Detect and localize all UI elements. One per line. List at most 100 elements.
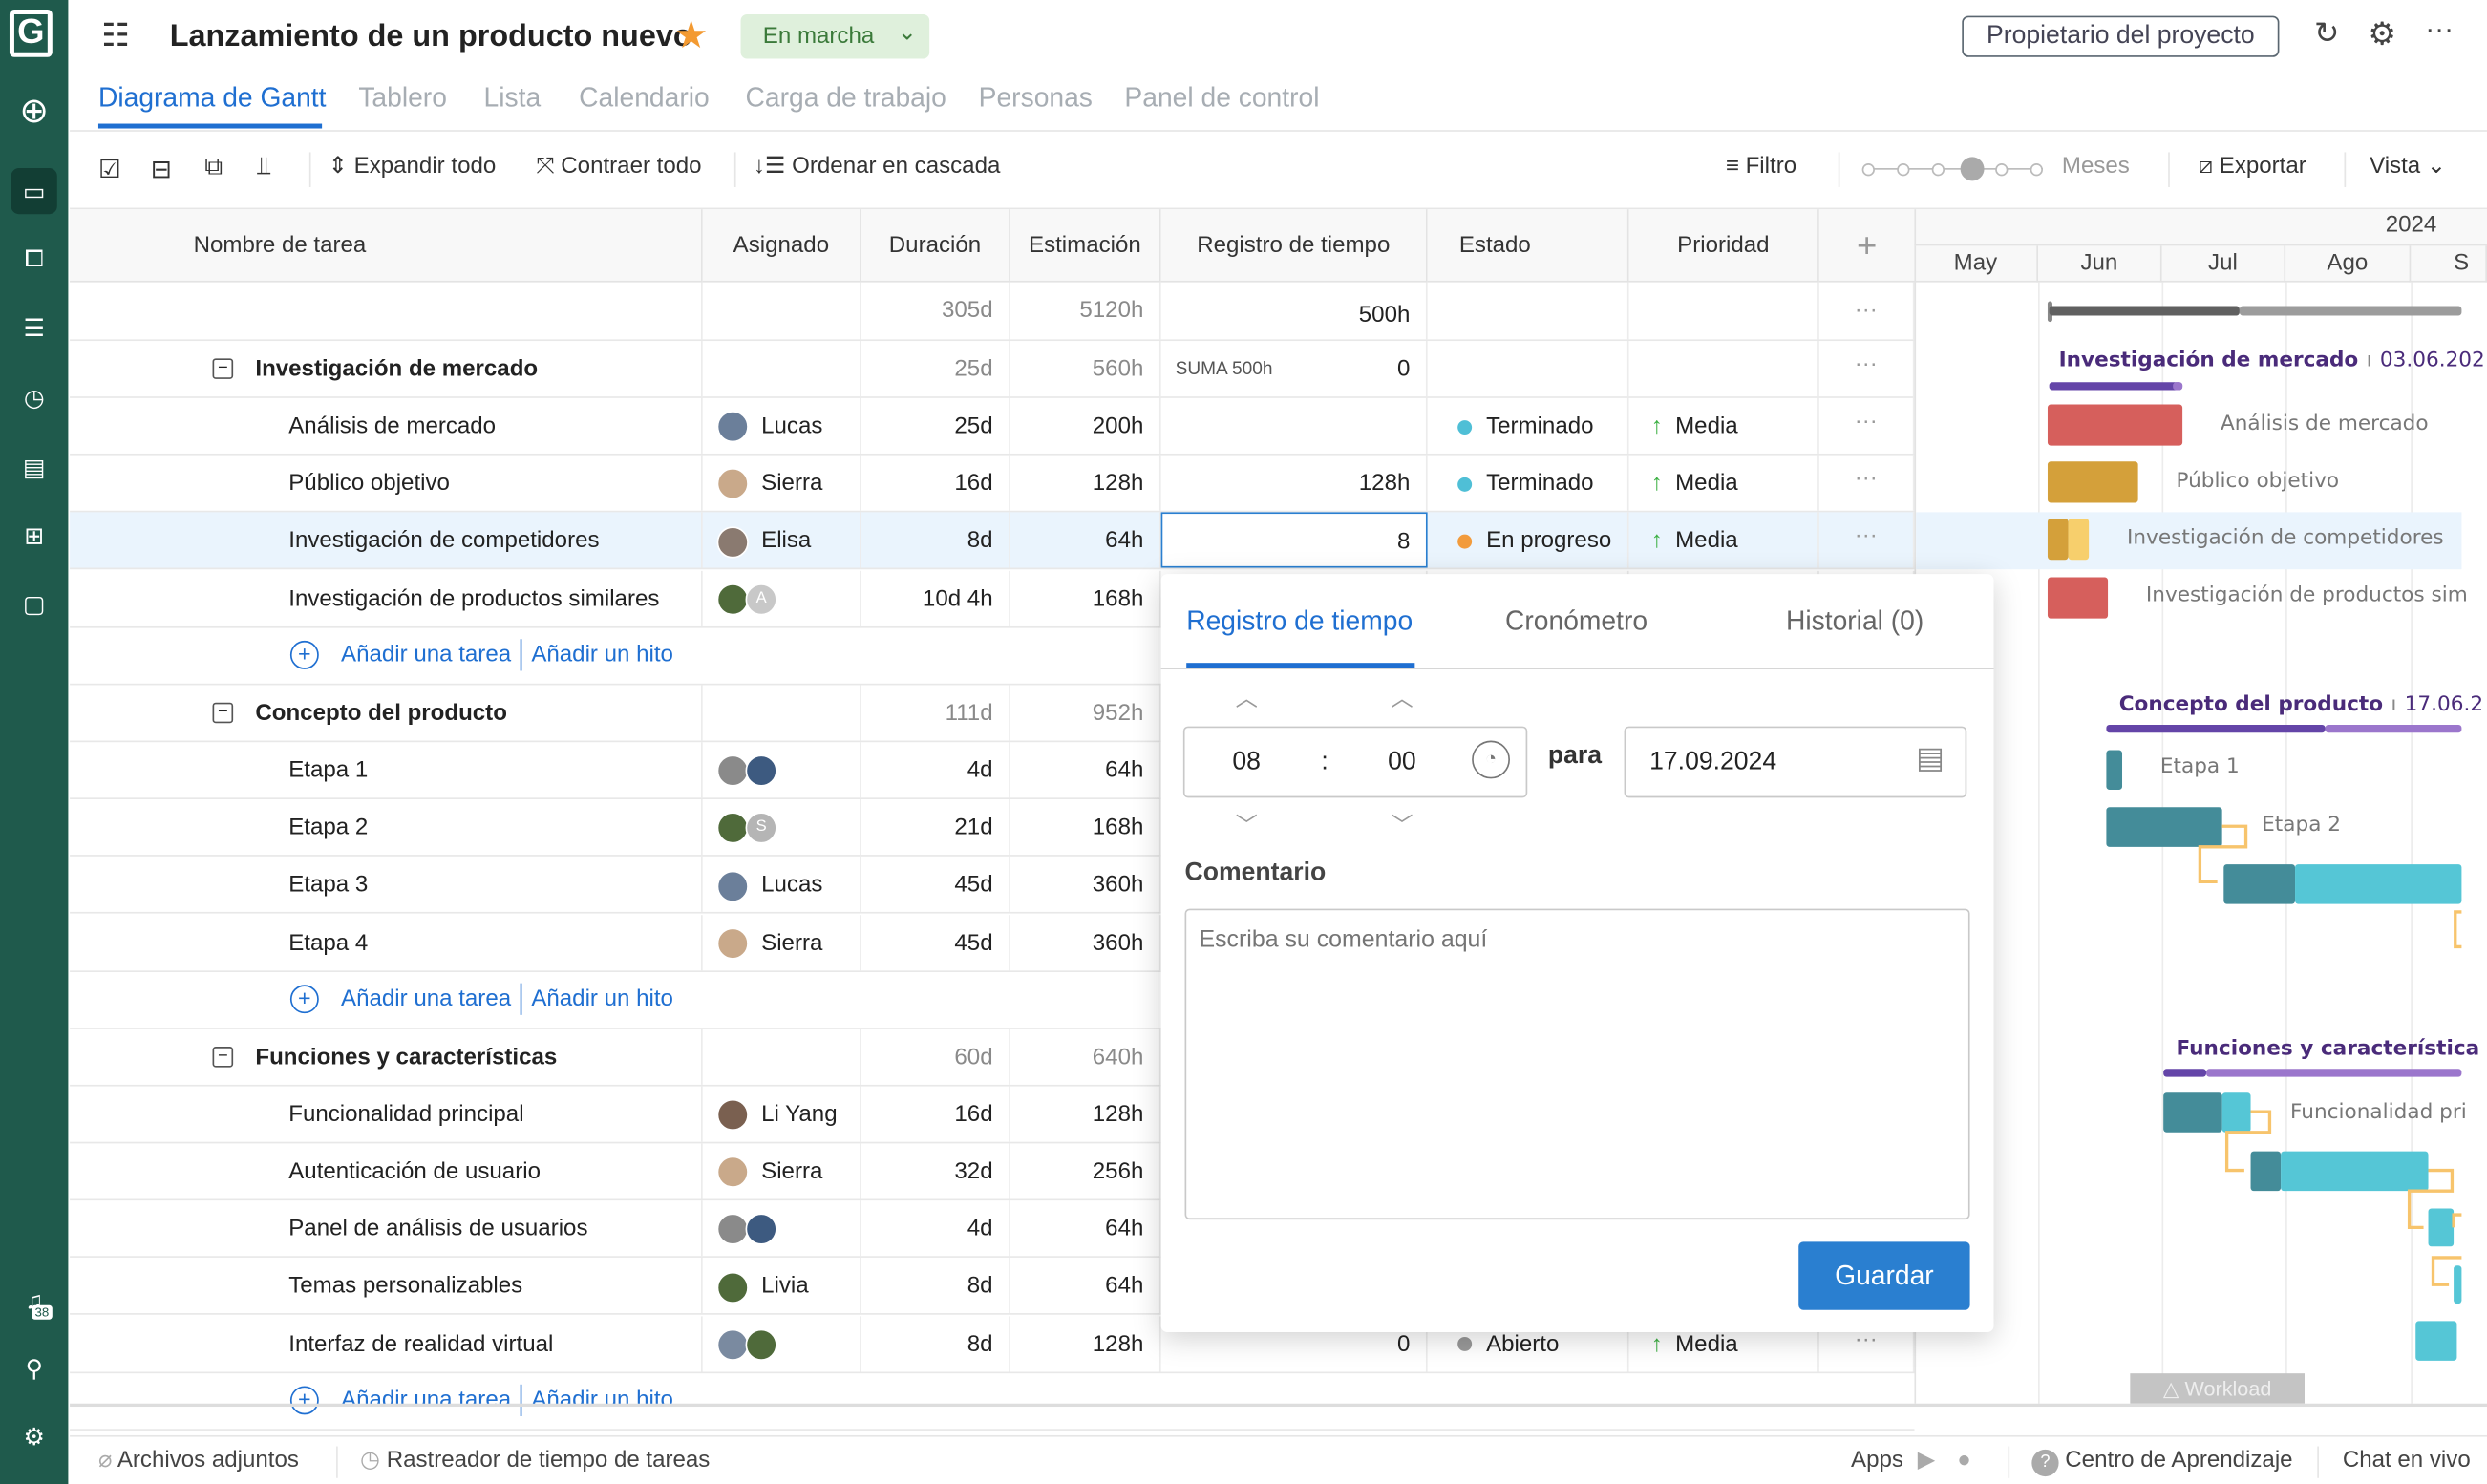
task-bar-progress[interactable] xyxy=(2250,1151,2282,1192)
live-chat-button[interactable]: Chat en vivo xyxy=(2343,1448,2471,1473)
group-remaining-bar[interactable] xyxy=(2173,382,2183,391)
avatar[interactable] xyxy=(716,1214,749,1246)
hours-up-icon[interactable]: ︿ xyxy=(1236,682,1258,713)
time-log-value[interactable]: 0 xyxy=(1397,357,1410,383)
list-icon[interactable]: ☰ xyxy=(11,305,57,350)
avatar[interactable] xyxy=(716,1328,749,1361)
avatar[interactable] xyxy=(716,926,749,960)
column-header-duration[interactable]: Duración xyxy=(861,209,1010,283)
estimate-cell[interactable]: 360h xyxy=(1010,914,1161,970)
estimate-cell[interactable]: 64h xyxy=(1010,1258,1161,1314)
column-header-time-log[interactable]: Registro de tiempo xyxy=(1160,209,1428,283)
more-icon[interactable]: ··· xyxy=(2425,12,2454,46)
avatar[interactable]: S xyxy=(745,812,777,845)
estimate-cell[interactable]: 64h xyxy=(1010,742,1161,798)
avatar[interactable] xyxy=(716,754,749,788)
estimate-cell[interactable]: 256h xyxy=(1010,1143,1161,1199)
avatar[interactable] xyxy=(745,1214,777,1246)
tab-workload[interactable]: Carga de trabajo xyxy=(746,82,946,114)
row-more-icon[interactable]: ··· xyxy=(1819,456,1915,512)
duration-cell[interactable]: 8d xyxy=(861,513,1010,569)
minutes-down-icon[interactable]: ﹀ xyxy=(1391,809,1413,840)
add-milestone-link[interactable]: Añadir un hito xyxy=(531,1388,673,1413)
avatar[interactable]: A xyxy=(745,583,777,615)
task-bar[interactable] xyxy=(2047,577,2109,619)
clock-icon[interactable]: ◷ xyxy=(11,374,57,420)
folder-icon[interactable]: ▭ xyxy=(11,168,57,215)
task-bar-remaining[interactable] xyxy=(2221,1092,2251,1133)
settings-icon[interactable]: ⚙ xyxy=(2368,14,2396,54)
duration-cell[interactable]: 25d xyxy=(861,398,1010,455)
row-more-icon[interactable]: ··· xyxy=(1819,513,1915,569)
add-milestone-link[interactable]: Añadir un hito xyxy=(531,986,673,1011)
google-play-icon[interactable]: ▶ xyxy=(1918,1448,1936,1473)
task-bar[interactable] xyxy=(2106,807,2222,847)
learning-center-button[interactable]: ? Centro de Aprendizaje xyxy=(2031,1448,2293,1477)
duration-cell[interactable]: 8d xyxy=(861,1258,1010,1314)
avatar[interactable] xyxy=(716,812,749,845)
collapse-group-icon[interactable]: − xyxy=(212,358,234,379)
task-row[interactable]: Investigación de competidores Elisa 8d 64h 8… xyxy=(70,513,1915,570)
history-icon[interactable]: ↻ xyxy=(2314,16,2339,53)
avatar[interactable] xyxy=(745,1328,777,1361)
zoom-slider-handle[interactable] xyxy=(1960,157,1985,181)
collapse-group-icon[interactable]: − xyxy=(212,702,234,724)
checkbox-icon[interactable]: ☑ xyxy=(98,154,121,185)
expand-all-button[interactable]: ⇕ Expandir todo xyxy=(329,154,496,180)
cascade-sort-button[interactable]: ↓☰ Ordenar en cascada xyxy=(754,154,1001,180)
task-name[interactable]: Análisis de mercado xyxy=(288,398,496,456)
task-name[interactable]: Etapa 3 xyxy=(288,857,368,914)
task-row[interactable]: Público objetivo Sierra 16d 128h 128h Termina… xyxy=(70,456,1915,513)
filter-button[interactable]: ≡ Filtro xyxy=(1726,154,1796,180)
add-circle-icon[interactable]: + xyxy=(289,1385,319,1414)
view-dropdown[interactable]: Vista ⌄ xyxy=(2370,154,2446,180)
task-name[interactable]: Temas personalizables xyxy=(288,1259,522,1316)
group-progress-bar[interactable] xyxy=(2163,1069,2207,1077)
task-name[interactable]: Etapa 1 xyxy=(288,742,368,799)
estimate-cell[interactable]: 128h xyxy=(1010,456,1161,512)
duration-cell[interactable]: 45d xyxy=(861,914,1010,970)
status-value[interactable]: Terminado xyxy=(1486,472,1593,498)
avatar[interactable] xyxy=(716,583,749,615)
duration-cell[interactable]: 4d xyxy=(861,742,1010,798)
group-row[interactable]: − Investigación de mercado 25d 560h SUMA 500… xyxy=(70,341,1915,398)
estimate-cell[interactable]: 952h xyxy=(1010,685,1161,741)
column-header-task-name[interactable]: Nombre de tarea xyxy=(70,209,703,283)
add-icon[interactable]: ⊕ xyxy=(11,87,57,133)
task-bar-remaining[interactable] xyxy=(2281,1151,2429,1192)
add-circle-icon[interactable]: + xyxy=(289,640,319,669)
report-icon[interactable]: ▤ xyxy=(11,444,57,490)
task-bar-progress[interactable] xyxy=(2163,1092,2222,1133)
group-name[interactable]: Investigación de mercado xyxy=(255,341,538,398)
priority-value[interactable]: Media xyxy=(1675,529,1738,555)
estimate-cell[interactable]: 64h xyxy=(1010,1200,1161,1257)
status-value[interactable]: En progreso xyxy=(1486,529,1611,555)
estimate-cell[interactable]: 168h xyxy=(1010,570,1161,626)
group-name[interactable]: Concepto del producto xyxy=(255,685,507,742)
task-bar-remaining[interactable] xyxy=(2068,519,2090,561)
time-log-value[interactable]: 128h xyxy=(1359,472,1411,498)
avatar[interactable] xyxy=(716,1099,749,1132)
task-bar-remaining[interactable] xyxy=(2295,864,2462,904)
comment-textarea[interactable] xyxy=(1184,908,1970,1220)
task-bar-progress[interactable] xyxy=(2047,519,2069,561)
zoom-slider-stops[interactable] xyxy=(1861,157,2052,181)
estimate-cell[interactable]: 64h xyxy=(1010,513,1161,569)
estimate-cell[interactable]: 360h xyxy=(1010,857,1161,913)
attachments-button[interactable]: ⌀ Archivos adjuntos xyxy=(98,1448,299,1473)
duration-cell[interactable]: 45d xyxy=(861,857,1010,913)
row-more-icon[interactable]: ··· xyxy=(1819,282,1915,340)
avatar[interactable] xyxy=(716,411,749,443)
collapse-all-button[interactable]: ⤧ Contraer todo xyxy=(536,154,701,180)
grid-icon[interactable]: ⊞ xyxy=(11,512,57,558)
search-icon[interactable]: ⚲ xyxy=(11,1345,57,1390)
estimate-cell[interactable]: 640h xyxy=(1010,1028,1161,1085)
group-remaining-bar[interactable] xyxy=(2206,1069,2462,1077)
time-log-cell[interactable]: 128h xyxy=(1161,456,1428,512)
minutes-value[interactable]: 00 xyxy=(1388,749,1416,777)
avatar[interactable] xyxy=(716,1271,749,1304)
star-icon[interactable]: ★ xyxy=(674,12,709,58)
group-remaining-bar[interactable] xyxy=(2325,724,2462,733)
add-task-link[interactable]: Añadir una tarea xyxy=(341,1388,511,1413)
time-log-cell[interactable] xyxy=(1161,398,1428,455)
